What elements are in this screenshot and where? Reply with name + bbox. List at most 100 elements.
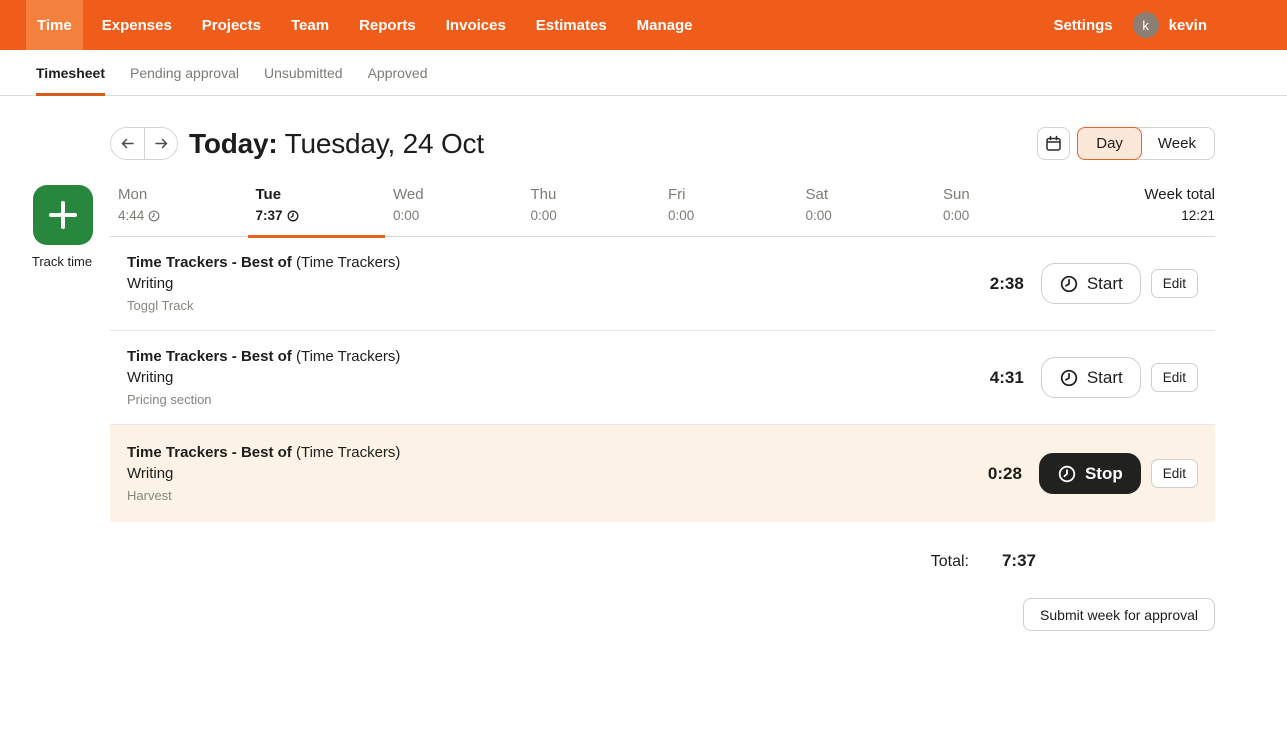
edit-entry-button[interactable]: Edit <box>1151 269 1198 298</box>
time-entry-list: Time Trackers - Best of (Time Trackers) … <box>110 237 1215 522</box>
day-name: Sun <box>943 185 1073 204</box>
track-time-button[interactable] <box>33 185 93 245</box>
clock-icon <box>287 210 299 222</box>
day-total-row: Total: 7:37 <box>110 551 1215 571</box>
calendar-icon <box>1045 135 1062 152</box>
start-timer-label: Start <box>1087 368 1123 388</box>
day-total: 7:37 <box>256 207 283 224</box>
edit-entry-button[interactable]: Edit <box>1151 459 1198 488</box>
nav-item-manage[interactable]: Manage <box>626 0 704 50</box>
nav-item-reports[interactable]: Reports <box>348 0 427 50</box>
week-total-value: 12:21 <box>1073 207 1216 224</box>
main-menu: Time Expenses Projects Team Reports Invo… <box>26 0 704 50</box>
day-name: Wed <box>393 185 523 204</box>
day-name: Sat <box>806 185 936 204</box>
user-name: kevin <box>1169 17 1207 34</box>
entry-client-name: (Time Trackers) <box>292 254 401 271</box>
nav-item-time[interactable]: Time <box>26 0 83 50</box>
tab-approved[interactable]: Approved <box>368 50 428 95</box>
plus-icon <box>46 198 80 232</box>
timer-clock-icon <box>1057 464 1077 484</box>
total-value: 7:37 <box>1002 551 1036 571</box>
calendar-picker-button[interactable] <box>1037 127 1070 160</box>
previous-day-button[interactable] <box>111 128 144 159</box>
toggle-week-view[interactable]: Week <box>1136 127 1215 160</box>
day-week-toggle: Day Week <box>1077 127 1215 160</box>
nav-item-team[interactable]: Team <box>280 0 340 50</box>
week-total: Week total 12:21 <box>1073 185 1216 236</box>
day-total: 0:00 <box>531 207 557 224</box>
entry-project: Time Trackers - Best of (Time Trackers) <box>127 252 400 273</box>
edit-entry-button[interactable]: Edit <box>1151 363 1198 392</box>
day-col-sat[interactable]: Sat 0:00 <box>798 185 936 236</box>
entry-task: Writing <box>127 273 400 294</box>
day-col-mon[interactable]: Mon 4:44 <box>110 185 248 236</box>
entry-duration: 0:28 <box>988 464 1022 484</box>
time-entry-row-running: Time Trackers - Best of (Time Trackers) … <box>110 425 1215 522</box>
nav-item-projects[interactable]: Projects <box>191 0 272 50</box>
day-col-thu[interactable]: Thu 0:00 <box>523 185 661 236</box>
day-name: Fri <box>668 185 798 204</box>
settings-link[interactable]: Settings <box>1053 17 1112 34</box>
timer-clock-icon <box>1059 274 1079 294</box>
day-col-tue[interactable]: Tue 7:37 <box>248 185 386 236</box>
nav-item-estimates[interactable]: Estimates <box>525 0 618 50</box>
tab-pending-approval[interactable]: Pending approval <box>130 50 239 95</box>
entry-project-name: Time Trackers - Best of <box>127 348 292 365</box>
toggle-day-view[interactable]: Day <box>1077 127 1142 160</box>
entry-task: Writing <box>127 463 400 484</box>
entry-notes: Harvest <box>127 485 400 506</box>
track-time-label: Track time <box>31 254 93 269</box>
entry-client-name: (Time Trackers) <box>292 444 401 461</box>
start-timer-button[interactable]: Start <box>1041 263 1141 304</box>
timesheet-tabs: Timesheet Pending approval Unsubmitted A… <box>0 50 1287 96</box>
entry-project-name: Time Trackers - Best of <box>127 444 292 461</box>
day-name: Thu <box>531 185 661 204</box>
entry-notes: Pricing section <box>127 389 400 410</box>
day-total: 0:00 <box>806 207 832 224</box>
next-day-button[interactable] <box>144 128 177 159</box>
entry-task: Writing <box>127 367 400 388</box>
entry-duration: 2:38 <box>990 274 1024 294</box>
entry-project: Time Trackers - Best of (Time Trackers) <box>127 442 400 463</box>
day-total: 0:00 <box>943 207 969 224</box>
day-name: Mon <box>118 185 248 204</box>
total-label: Total: <box>931 553 969 571</box>
day-col-wed[interactable]: Wed 0:00 <box>385 185 523 236</box>
time-entry-row: Time Trackers - Best of (Time Trackers) … <box>110 331 1215 425</box>
entry-client-name: (Time Trackers) <box>292 348 401 365</box>
tab-unsubmitted[interactable]: Unsubmitted <box>264 50 343 95</box>
avatar: k <box>1133 12 1159 38</box>
submit-week-button[interactable]: Submit week for approval <box>1023 598 1215 631</box>
tab-timesheet[interactable]: Timesheet <box>36 50 105 95</box>
week-total-label: Week total <box>1073 185 1216 204</box>
time-entry-row: Time Trackers - Best of (Time Trackers) … <box>110 237 1215 331</box>
start-timer-label: Start <box>1087 274 1123 294</box>
date-nav-arrows <box>110 127 178 160</box>
user-menu[interactable]: k kevin <box>1133 12 1207 38</box>
day-name: Tue <box>256 185 386 204</box>
top-navigation: Time Expenses Projects Team Reports Invo… <box>0 0 1287 50</box>
day-total: 0:00 <box>393 207 419 224</box>
entry-project: Time Trackers - Best of (Time Trackers) <box>127 346 400 367</box>
entry-notes: Toggl Track <box>127 295 400 316</box>
page-title-date: Tuesday, 24 Oct <box>285 128 484 159</box>
nav-item-expenses[interactable]: Expenses <box>91 0 183 50</box>
day-col-sun[interactable]: Sun 0:00 <box>935 185 1073 236</box>
left-arrow-icon <box>120 136 135 151</box>
page-title: Today: Tuesday, 24 Oct <box>189 128 484 160</box>
nav-item-invoices[interactable]: Invoices <box>435 0 517 50</box>
right-arrow-icon <box>154 136 169 151</box>
day-col-fri[interactable]: Fri 0:00 <box>660 185 798 236</box>
clock-icon <box>148 210 160 222</box>
entry-project-name: Time Trackers - Best of <box>127 254 292 271</box>
week-day-strip: Mon 4:44 Tue 7:37 Wed 0:00 Thu 0:00 <box>110 185 1215 237</box>
stop-timer-button[interactable]: Stop <box>1039 453 1141 494</box>
day-total: 4:44 <box>118 207 144 224</box>
stop-timer-label: Stop <box>1085 464 1123 484</box>
start-timer-button[interactable]: Start <box>1041 357 1141 398</box>
entry-duration: 4:31 <box>990 368 1024 388</box>
day-total: 0:00 <box>668 207 694 224</box>
timer-clock-icon <box>1059 368 1079 388</box>
page-title-prefix: Today: <box>189 128 278 159</box>
